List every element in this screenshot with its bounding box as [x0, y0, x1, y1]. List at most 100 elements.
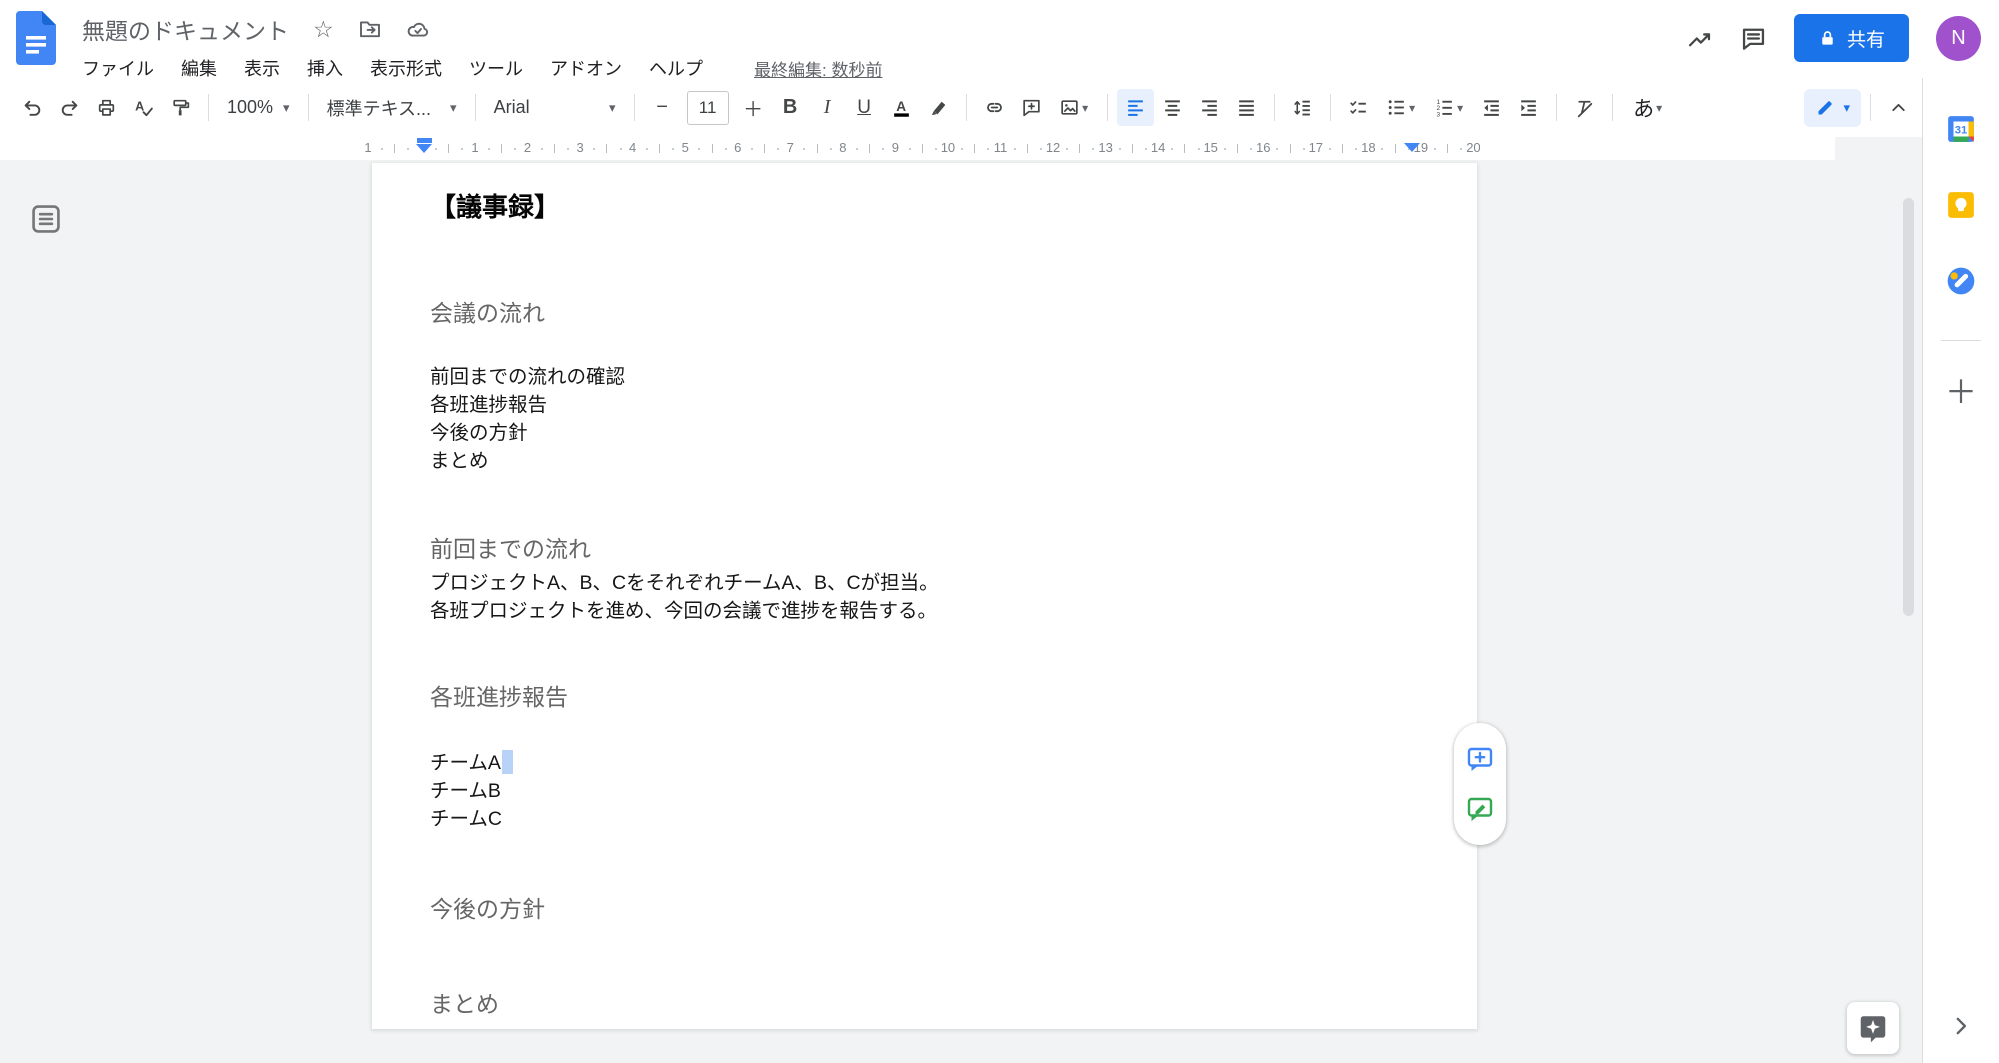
document-page[interactable]: 【議事録】 会議の流れ 前回までの流れの確認 各班進捗報告 今後の方針 まとめ … — [372, 163, 1477, 1029]
font-select[interactable]: Arial ▾ — [485, 91, 625, 125]
last-edit-link[interactable]: 最終編集: 数秒前 — [754, 56, 882, 81]
numbered-list-button[interactable]: 1 2 3 ▾ — [1425, 89, 1473, 126]
doc-line[interactable]: チームC — [430, 805, 513, 833]
cloud-saved-icon[interactable] — [406, 17, 430, 41]
ruler-tick — [1184, 144, 1185, 153]
doc-heading-title[interactable]: 【議事録】 — [430, 187, 560, 224]
ruler-tick — [593, 148, 595, 150]
align-center-button[interactable] — [1154, 89, 1191, 126]
input-tools-button[interactable]: あ ▾ — [1622, 89, 1674, 126]
doc-line[interactable]: まとめ — [430, 447, 625, 475]
ruler-number: 9 — [892, 140, 899, 155]
underline-button[interactable]: U — [846, 89, 883, 126]
redo-button[interactable] — [51, 89, 88, 126]
spell-check-button[interactable]: A — [125, 89, 162, 126]
doc-heading-summary[interactable]: まとめ — [430, 985, 499, 1019]
print-button[interactable] — [88, 89, 125, 126]
undo-button[interactable] — [14, 89, 51, 126]
insert-image-button[interactable]: ▾ — [1050, 89, 1098, 126]
bulleted-list-button[interactable]: ▾ — [1377, 89, 1425, 126]
align-left-button[interactable] — [1117, 89, 1154, 126]
google-docs-logo-icon[interactable] — [16, 11, 56, 65]
doc-line[interactable]: チームB — [430, 777, 513, 805]
insert-link-button[interactable] — [976, 89, 1013, 126]
ruler-tick — [777, 148, 779, 150]
ruler-tick — [659, 144, 660, 153]
doc-line[interactable]: 前回までの流れの確認 — [430, 363, 625, 391]
ruler-tick — [987, 148, 989, 150]
keep-icon — [1946, 190, 1976, 220]
align-right-button[interactable] — [1191, 89, 1228, 126]
ruler-tick — [1290, 144, 1291, 153]
google-calendar-button[interactable]: 31 — [1938, 106, 1984, 152]
explore-button[interactable] — [1847, 1002, 1899, 1054]
justify-button[interactable] — [1228, 89, 1265, 126]
google-keep-button[interactable] — [1938, 182, 1984, 228]
vertical-scrollbar[interactable] — [1903, 198, 1914, 616]
show-outline-button[interactable] — [26, 199, 66, 239]
ruler-number: 6 — [734, 140, 741, 155]
checklist-button[interactable] — [1340, 89, 1377, 126]
zoom-select[interactable]: 100% ▾ — [218, 91, 299, 125]
doc-paragraph-teams[interactable]: チームA チームB チームC — [430, 749, 513, 833]
increase-indent-button[interactable] — [1510, 89, 1547, 126]
hide-menus-button[interactable] — [1880, 89, 1917, 126]
get-addons-button[interactable]: ＋ — [1938, 367, 1984, 413]
bold-button[interactable]: B — [772, 89, 809, 126]
ruler-tick — [725, 148, 727, 150]
ruler-tick — [1079, 144, 1080, 153]
ruler-tick — [567, 148, 569, 150]
doc-heading-flow[interactable]: 会議の流れ — [430, 294, 545, 328]
styles-select[interactable]: 標準テキス... ▾ — [318, 91, 466, 125]
comment-history-icon[interactable] — [1740, 25, 1767, 52]
ruler-number: 2 — [524, 140, 531, 155]
toolbar-divider — [634, 94, 635, 121]
ruler-number: 7 — [787, 140, 794, 155]
doc-heading-progress[interactable]: 各班進捗報告 — [430, 678, 568, 712]
star-icon[interactable]: ☆ — [313, 18, 334, 41]
doc-line[interactable]: プロジェクトA、B、CをそれぞれチームA、B、Cが担当。 — [430, 569, 939, 597]
document-title[interactable]: 無題のドキュメント — [82, 12, 289, 46]
text-color-button[interactable]: A — [883, 89, 920, 126]
left-indent-marker[interactable] — [416, 138, 432, 153]
doc-paragraph-prev[interactable]: プロジェクトA、B、CをそれぞれチームA、B、Cが担当。 各班プロジェクトを進め… — [430, 569, 939, 625]
doc-line[interactable]: チームA — [430, 749, 513, 777]
increase-font-size-button[interactable]: ＋ — [735, 89, 772, 126]
doc-heading-future[interactable]: 今後の方針 — [430, 890, 545, 924]
ruler-tick — [1132, 144, 1133, 153]
clear-formatting-button[interactable] — [1566, 89, 1603, 126]
italic-button[interactable]: I — [809, 89, 846, 126]
decrease-font-size-button[interactable]: − — [644, 89, 681, 126]
chevron-down-icon: ▾ — [1843, 100, 1850, 116]
right-indent-marker[interactable] — [1404, 143, 1420, 152]
doc-heading-prev[interactable]: 前回までの流れ — [430, 530, 591, 564]
line-spacing-button[interactable] — [1284, 89, 1321, 126]
first-line-indent-marker[interactable] — [417, 138, 432, 143]
doc-line[interactable]: 各班プロジェクトを進め、今回の会議で進捗を報告する。 — [430, 597, 939, 625]
decrease-indent-button[interactable] — [1473, 89, 1510, 126]
suggest-edits-margin-button[interactable] — [1465, 794, 1495, 824]
font-size-input[interactable]: 11 — [687, 91, 729, 125]
chevron-down-icon: ▾ — [1082, 101, 1088, 115]
highlight-color-button[interactable] — [920, 89, 957, 126]
doc-paragraph-agenda[interactable]: 前回までの流れの確認 各班進捗報告 今後の方針 まとめ — [430, 363, 625, 475]
ruler-tick — [501, 144, 502, 153]
account-avatar[interactable]: N — [1936, 16, 1981, 61]
share-button[interactable]: 共有 — [1794, 14, 1909, 62]
ruler-tick — [461, 148, 463, 150]
show-side-panel-button[interactable] — [1938, 1003, 1984, 1049]
google-tasks-button[interactable] — [1938, 258, 1984, 304]
move-folder-icon[interactable] — [358, 17, 382, 41]
editing-mode-button[interactable]: ▾ — [1804, 89, 1861, 127]
ruler-tick — [620, 148, 622, 150]
add-comment-button[interactable] — [1013, 89, 1050, 126]
ruler-tick — [1447, 144, 1448, 153]
document-stats-icon[interactable] — [1686, 25, 1713, 52]
doc-line[interactable]: 各班進捗報告 — [430, 391, 625, 419]
ruler-tick — [1027, 144, 1028, 153]
doc-line[interactable]: 今後の方針 — [430, 419, 625, 447]
ruler-tick — [803, 148, 805, 150]
ruler-tick — [1342, 144, 1343, 153]
paint-format-button[interactable] — [162, 89, 199, 126]
add-comment-margin-button[interactable] — [1465, 744, 1495, 774]
